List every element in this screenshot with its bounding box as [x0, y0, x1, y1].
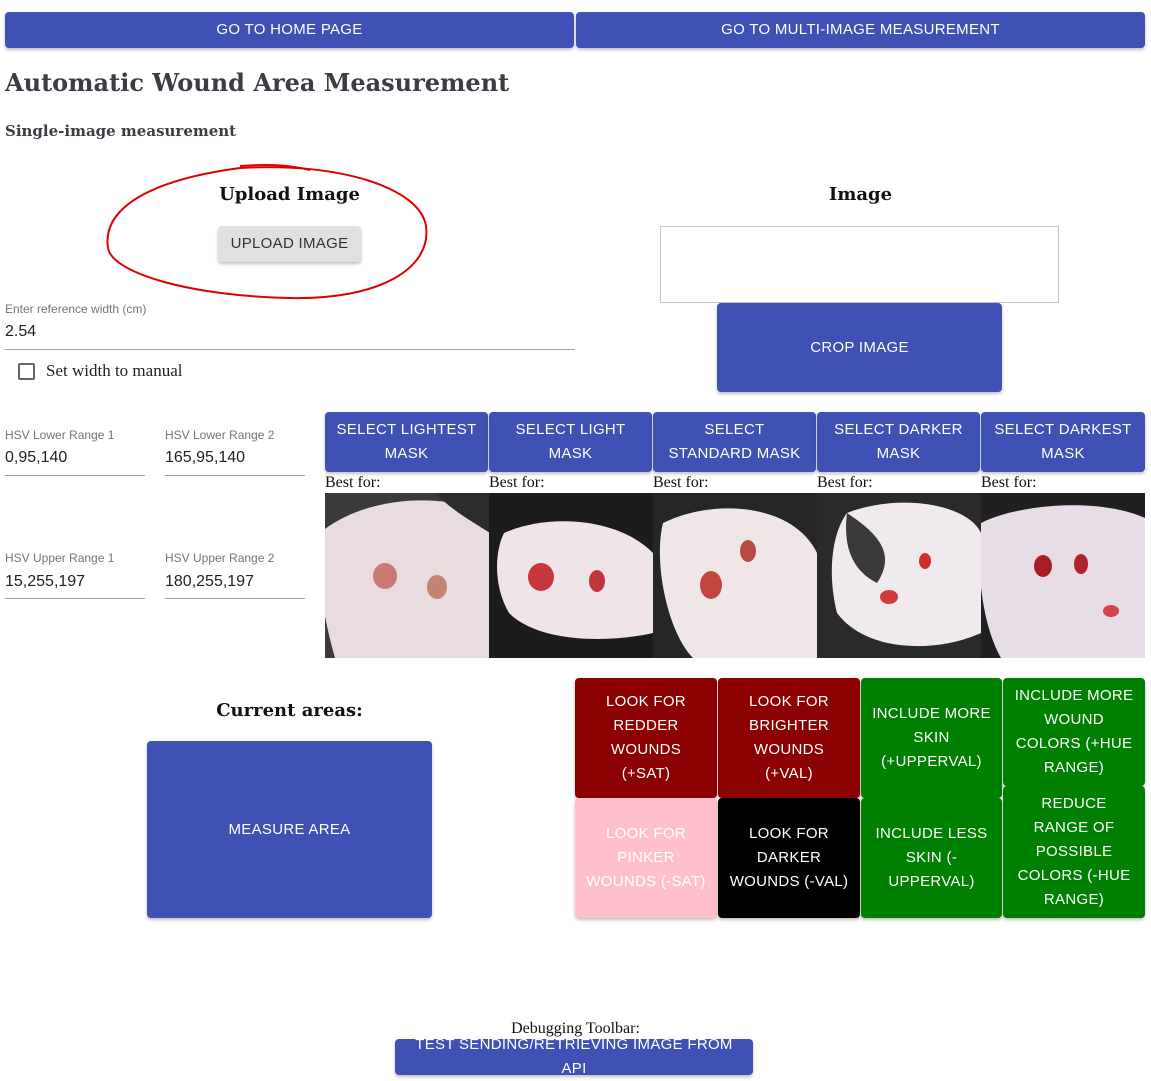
hsv-upper2-underline [165, 598, 305, 599]
select-darkest-mask-button[interactable]: SELECT DARKEST MASK [981, 412, 1145, 472]
manual-width-label: Set width to manual [46, 361, 183, 380]
select-darker-mask-button[interactable]: SELECT DARKER MASK [817, 412, 980, 472]
brighter-wounds-button[interactable]: LOOK FOR BRIGHTER WOUNDS (+VAL) [718, 678, 860, 798]
go-home-button[interactable]: GO TO HOME PAGE [5, 12, 574, 48]
annotation-circle [106, 164, 428, 300]
hsv-lower2-label: HSV Lower Range 2 [165, 428, 275, 442]
include-more-skin-button[interactable]: INCLUDE MORE SKIN (+UPPERVAL) [861, 678, 1002, 798]
hsv-upper2-input[interactable]: 180,255,197 [165, 573, 254, 591]
hsv-lower1-input[interactable]: 0,95,140 [5, 449, 67, 467]
example-image-lightest [325, 493, 489, 658]
example-image-light [489, 493, 653, 658]
current-areas-heading: Current areas: [216, 700, 363, 721]
reference-width-input[interactable]: 2.54 [5, 323, 36, 341]
best-for-standard: Best for: [653, 474, 709, 491]
best-for-darkest: Best for: [981, 474, 1037, 491]
best-for-lightest: Best for: [325, 474, 381, 491]
go-multi-image-button[interactable]: GO TO MULTI-IMAGE MEASUREMENT [576, 12, 1145, 48]
select-lightest-mask-button[interactable]: SELECT LIGHTEST MASK [325, 412, 488, 472]
hsv-upper1-label: HSV Upper Range 1 [5, 551, 115, 565]
example-image-standard [653, 493, 817, 658]
redder-wounds-button[interactable]: LOOK FOR REDDER WOUNDS (+SAT) [575, 678, 717, 798]
reduce-colors-button[interactable]: REDUCE RANGE OF POSSIBLE COLORS (-HUE RA… [1003, 786, 1145, 918]
test-api-button[interactable]: TEST SENDING/RETRIEVING IMAGE FROM API [395, 1036, 753, 1077]
hsv-upper2-label: HSV Upper Range 2 [165, 551, 275, 565]
best-for-darker: Best for: [817, 474, 873, 491]
include-less-skin-button[interactable]: INCLUDE LESS SKIN (-UPPERVAL) [861, 798, 1002, 918]
reference-width-label: Enter reference width (cm) [5, 302, 147, 316]
hsv-lower2-underline [165, 475, 305, 476]
hsv-upper1-input[interactable]: 15,255,197 [5, 573, 85, 591]
image-preview [660, 226, 1059, 303]
page-subtitle: Single-image measurement [5, 122, 237, 140]
example-image-darker [817, 493, 981, 658]
hsv-lower2-input[interactable]: 165,95,140 [165, 449, 245, 467]
hsv-lower1-label: HSV Lower Range 1 [5, 428, 115, 442]
measure-area-button[interactable]: MEASURE AREA [147, 741, 432, 918]
example-image-darkest [981, 493, 1145, 658]
select-standard-mask-button[interactable]: SELECT STANDARD MASK [653, 412, 816, 472]
more-wound-colors-button[interactable]: INCLUDE MORE WOUND COLORS (+HUE RANGE) [1003, 678, 1145, 786]
darker-wounds-button[interactable]: LOOK FOR DARKER WOUNDS (-VAL) [718, 798, 860, 918]
crop-image-button[interactable]: CROP IMAGE [717, 303, 1002, 392]
best-for-light: Best for: [489, 474, 545, 491]
hsv-lower1-underline [5, 475, 145, 476]
pinker-wounds-button[interactable]: LOOK FOR PINKER WOUNDS (-SAT) [575, 798, 717, 918]
page-title: Automatic Wound Area Measurement [5, 68, 510, 97]
image-heading: Image [828, 184, 893, 205]
select-light-mask-button[interactable]: SELECT LIGHT MASK [489, 412, 652, 472]
reference-width-underline [5, 349, 575, 350]
hsv-upper1-underline [5, 598, 145, 599]
manual-width-checkbox[interactable] [18, 363, 35, 380]
